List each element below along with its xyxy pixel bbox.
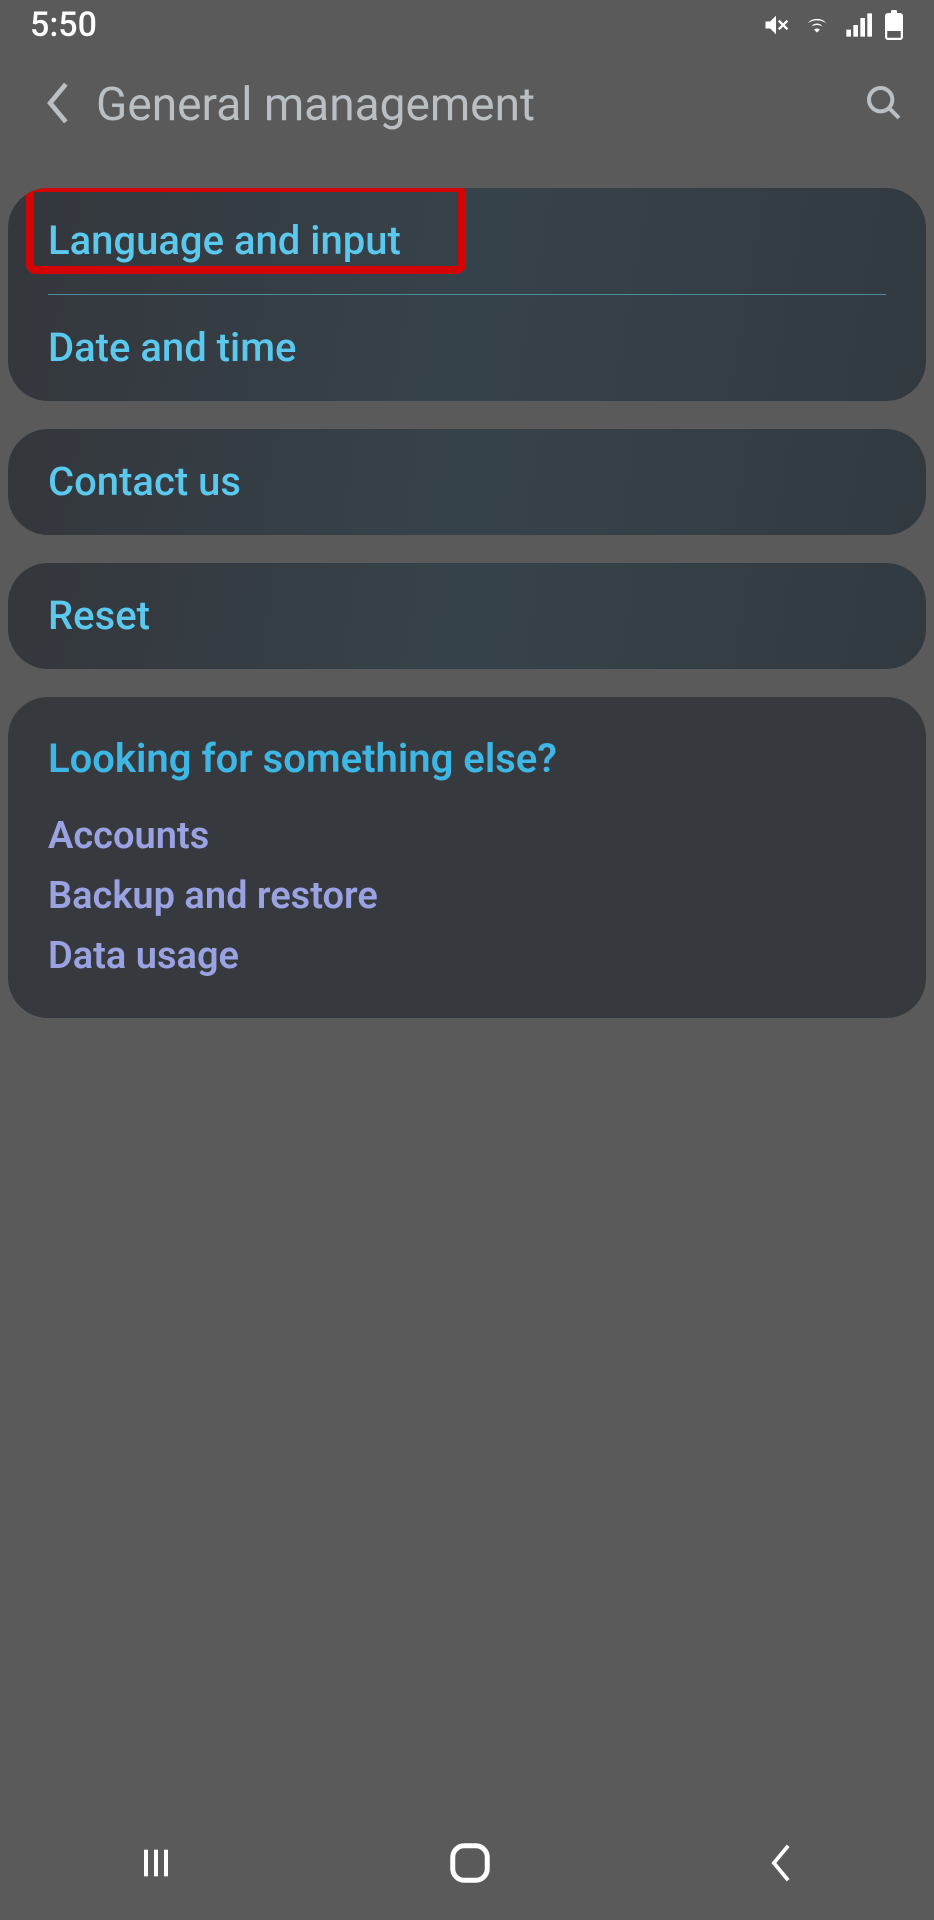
setting-reset[interactable]: Reset: [8, 563, 926, 669]
settings-group-2: Reset: [8, 563, 926, 669]
signal-icon: [844, 11, 872, 39]
content: Language and input Date and time Contact…: [0, 188, 934, 1018]
settings-group-0: Language and input Date and time: [8, 188, 926, 401]
link-data-usage[interactable]: Data usage: [8, 926, 926, 1018]
page-title: General management: [96, 78, 840, 132]
status-icons: [762, 10, 904, 40]
looking-for-card: Looking for something else? Accounts Bac…: [8, 697, 926, 1018]
mute-icon: [762, 11, 790, 39]
settings-group-1: Contact us: [8, 429, 926, 535]
status-time: 5:50: [30, 5, 97, 45]
back-button[interactable]: [44, 81, 72, 129]
setting-language-and-input[interactable]: Language and input: [8, 188, 926, 294]
app-bar: General management: [0, 50, 934, 160]
setting-contact-us[interactable]: Contact us: [8, 429, 926, 535]
setting-date-and-time[interactable]: Date and time: [8, 295, 926, 401]
battery-icon: [884, 10, 904, 40]
link-accounts[interactable]: Accounts: [8, 806, 926, 866]
link-backup-and-restore[interactable]: Backup and restore: [8, 866, 926, 926]
wifi-icon: [802, 11, 832, 39]
search-button[interactable]: [864, 83, 904, 127]
nav-back-button[interactable]: [764, 1843, 798, 1887]
home-button[interactable]: [447, 1840, 493, 1890]
status-bar: 5:50: [0, 0, 934, 50]
looking-for-title: Looking for something else?: [8, 697, 926, 806]
recents-button[interactable]: [136, 1843, 176, 1887]
navigation-bar: [0, 1810, 934, 1920]
